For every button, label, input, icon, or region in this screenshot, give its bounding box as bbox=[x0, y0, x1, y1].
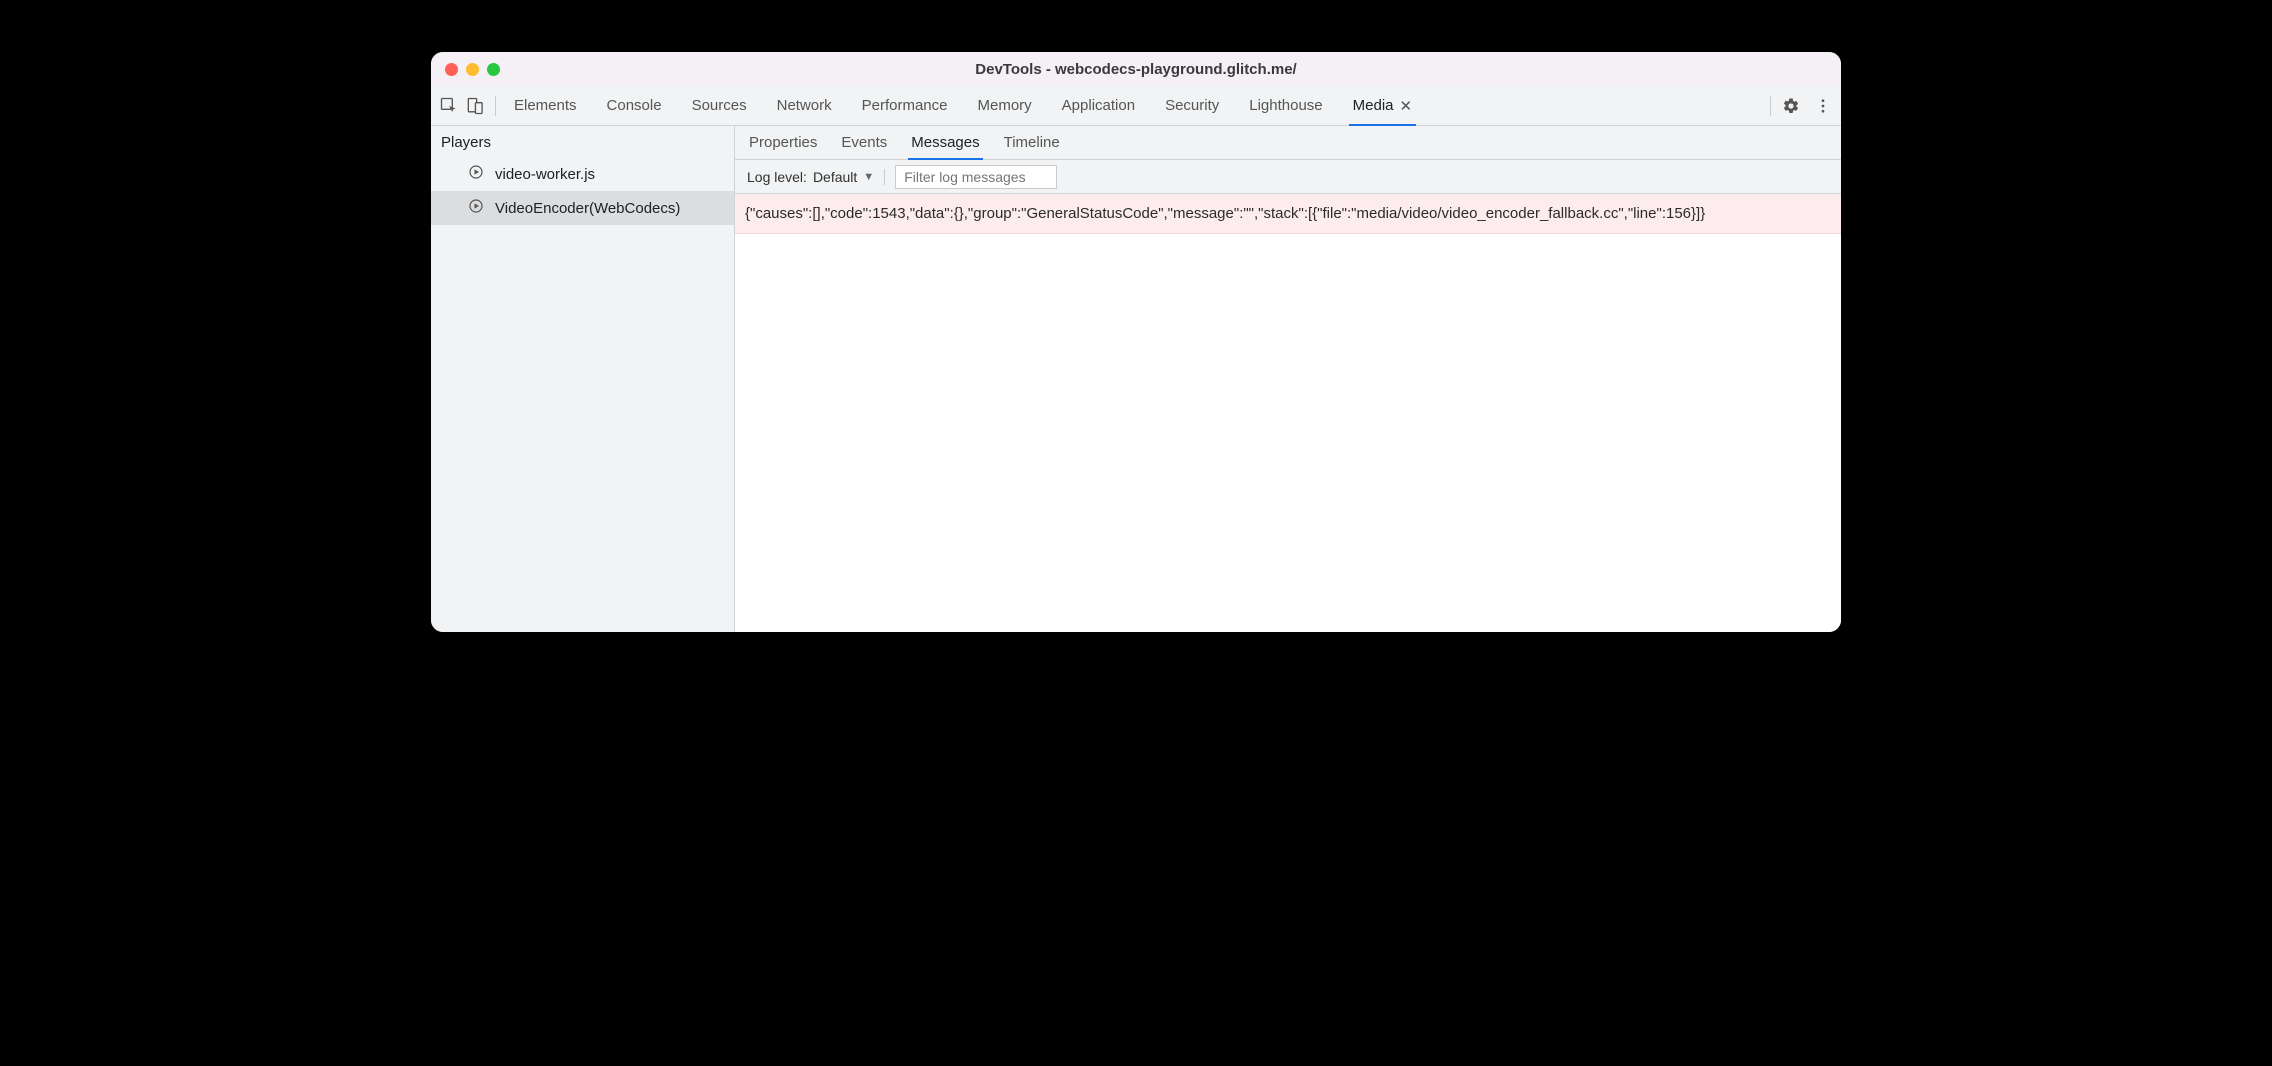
window-controls bbox=[445, 63, 500, 76]
tab-label: Media bbox=[1353, 97, 1394, 114]
play-icon bbox=[467, 163, 485, 185]
play-icon bbox=[467, 197, 485, 219]
toolbar-right-group bbox=[1770, 96, 1833, 116]
subtab-properties[interactable]: Properties bbox=[749, 126, 817, 159]
tab-media[interactable]: Media ✕ bbox=[1353, 86, 1412, 125]
minimize-window-button[interactable] bbox=[466, 63, 479, 76]
close-window-button[interactable] bbox=[445, 63, 458, 76]
main-toolbar: Elements Console Sources Network Performance… bbox=[431, 86, 1841, 126]
messages-filter-bar: Log level: Default ▼ bbox=[735, 160, 1841, 194]
log-level-selector[interactable]: Log level: Default ▼ bbox=[747, 169, 885, 185]
more-icon[interactable] bbox=[1813, 96, 1833, 116]
device-toolbar-icon[interactable] bbox=[465, 96, 485, 116]
tab-application[interactable]: Application bbox=[1062, 86, 1135, 125]
tab-network[interactable]: Network bbox=[777, 86, 832, 125]
main-tabs: Elements Console Sources Network Performance… bbox=[514, 86, 1770, 125]
devtools-window: DevTools - webcodecs-playground.glitch.m… bbox=[431, 52, 1841, 632]
tab-sources[interactable]: Sources bbox=[692, 86, 747, 125]
log-level-value: Default bbox=[813, 169, 857, 185]
tab-label: Memory bbox=[978, 97, 1032, 114]
players-sidebar: Players video-worker.js VideoEncoder(WebC… bbox=[431, 126, 735, 632]
inspect-element-icon[interactable] bbox=[439, 96, 459, 116]
chevron-down-icon: ▼ bbox=[863, 171, 874, 183]
log-message[interactable]: {"causes":[],"code":1543,"data":{},"grou… bbox=[735, 194, 1841, 234]
tab-label: Console bbox=[607, 97, 662, 114]
tab-label: Lighthouse bbox=[1249, 97, 1322, 114]
tab-label: Network bbox=[777, 97, 832, 114]
media-subtabs: Properties Events Messages Timeline bbox=[735, 126, 1841, 160]
tab-security[interactable]: Security bbox=[1165, 86, 1219, 125]
subtab-timeline[interactable]: Timeline bbox=[1004, 126, 1060, 159]
tab-label: Security bbox=[1165, 97, 1219, 114]
tab-elements[interactable]: Elements bbox=[514, 86, 577, 125]
tab-memory[interactable]: Memory bbox=[978, 86, 1032, 125]
filter-input[interactable] bbox=[895, 165, 1057, 189]
panel-body: Players video-worker.js VideoEncoder(WebC… bbox=[431, 126, 1841, 632]
player-item[interactable]: video-worker.js bbox=[431, 157, 734, 191]
gear-icon[interactable] bbox=[1781, 96, 1801, 116]
player-label: video-worker.js bbox=[495, 166, 595, 183]
tab-label: Application bbox=[1062, 97, 1135, 114]
player-item[interactable]: VideoEncoder(WebCodecs) bbox=[431, 191, 734, 225]
player-label: VideoEncoder(WebCodecs) bbox=[495, 200, 680, 217]
tab-lighthouse[interactable]: Lighthouse bbox=[1249, 86, 1322, 125]
titlebar: DevTools - webcodecs-playground.glitch.m… bbox=[431, 52, 1841, 86]
tab-label: Elements bbox=[514, 97, 577, 114]
tab-label: Performance bbox=[862, 97, 948, 114]
toolbar-left-group bbox=[439, 96, 496, 116]
tab-console[interactable]: Console bbox=[607, 86, 662, 125]
messages-list: {"causes":[],"code":1543,"data":{},"grou… bbox=[735, 194, 1841, 632]
window-title: DevTools - webcodecs-playground.glitch.m… bbox=[431, 61, 1841, 78]
zoom-window-button[interactable] bbox=[487, 63, 500, 76]
tab-label: Sources bbox=[692, 97, 747, 114]
media-panel-main: Properties Events Messages Timeline Log lev… bbox=[735, 126, 1841, 632]
subtab-messages[interactable]: Messages bbox=[911, 126, 979, 159]
close-icon[interactable]: ✕ bbox=[1400, 97, 1413, 115]
tab-performance[interactable]: Performance bbox=[862, 86, 948, 125]
log-level-label: Log level: bbox=[747, 169, 807, 185]
subtab-events[interactable]: Events bbox=[841, 126, 887, 159]
players-heading: Players bbox=[431, 126, 734, 157]
